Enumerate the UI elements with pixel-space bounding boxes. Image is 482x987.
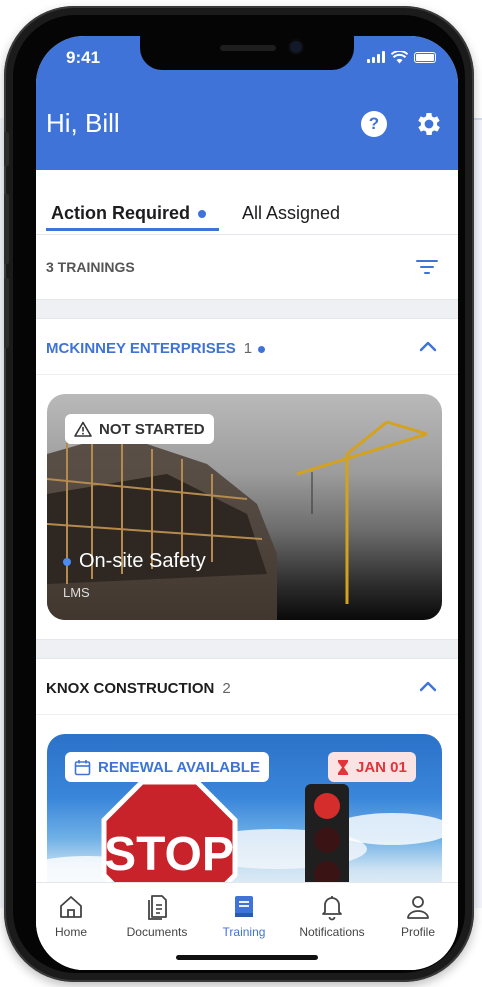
nav-training[interactable]: Training xyxy=(202,893,286,939)
group-name: KNOX CONSTRUCTION 2 xyxy=(46,680,231,697)
settings-gear-icon[interactable] xyxy=(414,109,444,139)
nav-notifications[interactable]: Notifications xyxy=(290,893,374,939)
nav-profile-label: Profile xyxy=(400,925,435,939)
training-card-renewal[interactable]: STOP RENEWAL AVAILABLE JAN 01 xyxy=(47,734,442,894)
tab-action-required[interactable]: Action Required xyxy=(51,203,207,224)
cellular-signal-icon xyxy=(367,51,385,63)
front-camera xyxy=(290,41,302,53)
status-badge-renewal: RENEWAL AVAILABLE xyxy=(65,752,269,782)
phone-volume-up xyxy=(4,194,9,264)
training-title-text: On-site Safety xyxy=(79,550,206,572)
active-tab-indicator xyxy=(46,228,219,231)
due-date-badge: JAN 01 xyxy=(328,752,416,782)
status-time: 9:41 xyxy=(66,48,101,67)
chevron-up-icon[interactable] xyxy=(419,340,437,352)
section-spacer xyxy=(36,639,458,659)
wifi-icon xyxy=(391,50,408,63)
home-icon xyxy=(60,896,82,918)
group-count: 1 xyxy=(243,340,253,357)
nav-home[interactable]: Home xyxy=(36,893,113,939)
unread-dot xyxy=(63,557,71,566)
tab-action-required-label: Action Required xyxy=(51,203,191,223)
nav-documents-label: Documents xyxy=(126,925,188,939)
status-badge-text: RENEWAL AVAILABLE xyxy=(98,758,260,776)
tab-all-assigned[interactable]: All Assigned xyxy=(242,203,340,224)
chevron-up-icon[interactable] xyxy=(419,680,437,692)
training-icon xyxy=(235,896,253,917)
bell-icon xyxy=(322,896,342,921)
section-spacer xyxy=(36,299,458,319)
due-date-text: JAN 01 xyxy=(356,758,407,776)
nav-notifications-label: Notifications xyxy=(299,925,365,939)
nav-documents[interactable]: Documents xyxy=(115,893,199,939)
nav-training-label: Training xyxy=(222,925,266,939)
battery-icon xyxy=(414,51,436,63)
group-header-knox[interactable]: KNOX CONSTRUCTION 2 xyxy=(36,660,458,715)
app-screen: 9:41 Hi, Bill ? Action Required All Assi… xyxy=(36,36,458,970)
phone-silent-switch xyxy=(4,132,9,166)
warning-triangle-icon xyxy=(74,421,92,437)
unread-dot xyxy=(198,210,207,219)
group-name-text: KNOX CONSTRUCTION xyxy=(46,680,215,697)
phone-notch xyxy=(140,36,354,70)
training-source: LMS xyxy=(63,585,90,600)
speaker-grille xyxy=(220,45,276,51)
status-icons xyxy=(367,50,436,64)
training-card-onsite-safety[interactable]: NOT STARTED On-site Safety LMS xyxy=(47,394,442,620)
tab-bar: Action Required All Assigned xyxy=(36,170,458,235)
greeting-title: Hi, Bill xyxy=(46,108,120,138)
group-name: MCKINNEY ENTERPRISES 1 xyxy=(46,340,266,357)
profile-icon xyxy=(407,896,429,919)
calendar-icon xyxy=(74,759,91,775)
documents-icon xyxy=(148,895,167,920)
help-button[interactable]: ? xyxy=(361,111,387,137)
list-header: 3 TRAININGS xyxy=(36,235,458,299)
hourglass-icon xyxy=(338,759,348,775)
status-badge-text: NOT STARTED xyxy=(99,420,205,438)
unread-dot xyxy=(258,345,266,353)
group-count: 2 xyxy=(222,680,231,697)
phone-volume-down xyxy=(4,278,9,348)
stop-sign-text: STOP xyxy=(104,828,234,881)
nav-profile[interactable]: Profile xyxy=(376,893,458,939)
status-badge-not-started: NOT STARTED xyxy=(65,414,214,444)
nav-home-label: Home xyxy=(54,925,87,939)
training-title: On-site Safety xyxy=(63,550,206,573)
trainings-count: 3 TRAININGS xyxy=(46,259,135,275)
home-indicator xyxy=(176,955,318,960)
filter-icon[interactable] xyxy=(416,259,438,275)
group-name-text: MCKINNEY ENTERPRISES xyxy=(46,340,236,357)
group-header-mckinney[interactable]: MCKINNEY ENTERPRISES 1 xyxy=(36,320,458,375)
